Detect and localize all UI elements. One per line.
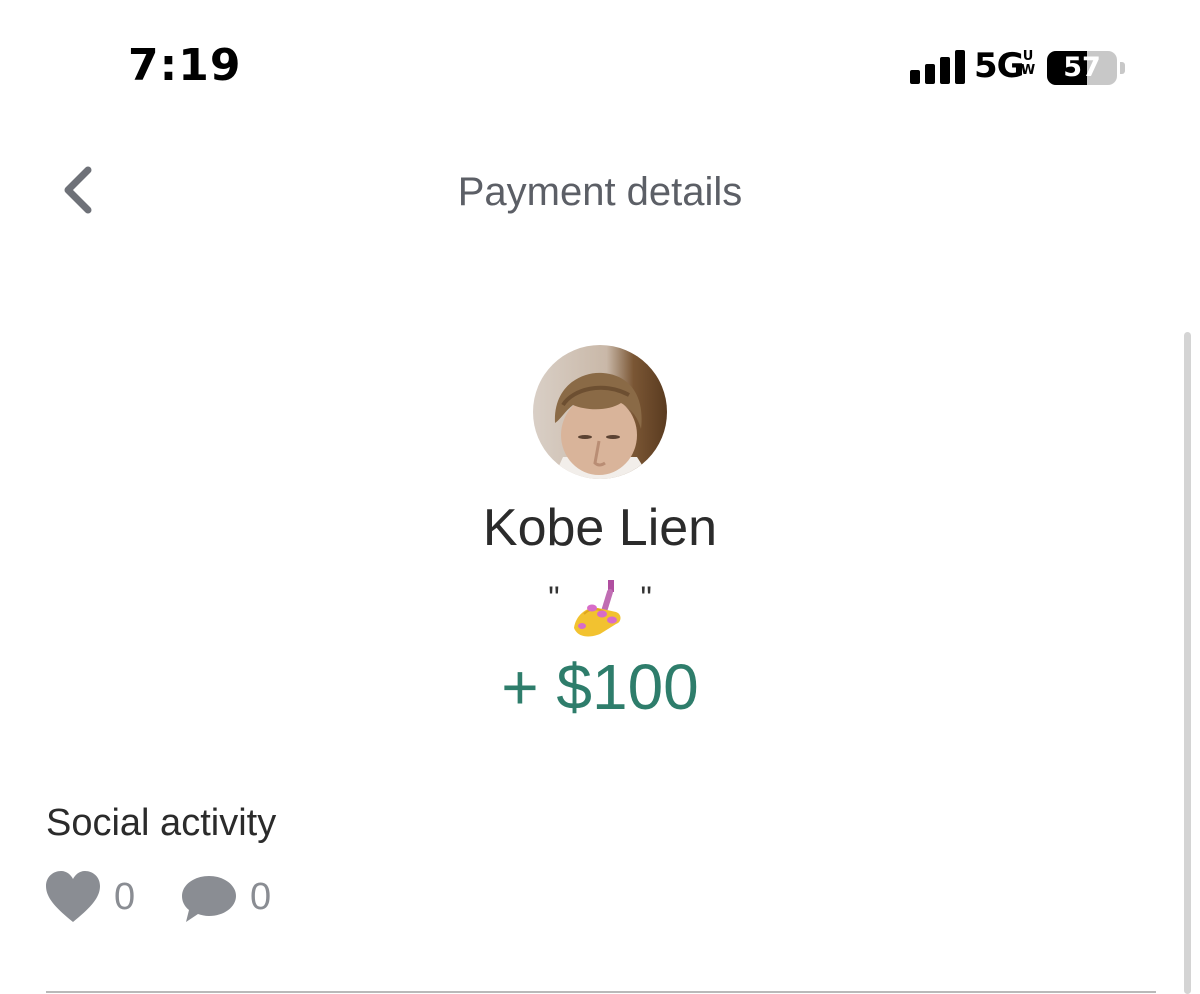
comment-count: 0: [250, 876, 272, 918]
status-time: 7:19: [128, 40, 242, 91]
cellular-signal-icon: [910, 50, 966, 84]
network-type: 5G: [974, 46, 1025, 86]
heart-icon: [46, 871, 100, 922]
like-button[interactable]: 0: [44, 868, 144, 928]
social-activity-title: Social activity: [46, 802, 277, 844]
battery-nub: [1120, 62, 1125, 74]
page-title: Payment details: [457, 170, 743, 214]
network-type-suffix: UW: [1020, 49, 1036, 78]
nail-polish-emoji: [574, 580, 621, 637]
status-bar: 7:19 5G UW 57: [0, 0, 1200, 130]
note-open-quote: ": [548, 580, 560, 616]
like-count: 0: [114, 876, 136, 918]
note-close-quote: ": [640, 580, 652, 616]
battery-percent: 57: [1063, 52, 1101, 83]
divider: [46, 991, 1156, 993]
payment-amount: + $100: [501, 651, 699, 723]
payment-note: " ": [0, 578, 1200, 638]
avatar[interactable]: [533, 345, 667, 479]
battery-icon: 57: [1047, 51, 1117, 85]
user-name[interactable]: Kobe Lien: [0, 498, 1200, 558]
avatar-photo: [533, 345, 667, 479]
comment-button[interactable]: 0: [180, 868, 280, 928]
comment-icon: [182, 876, 236, 922]
